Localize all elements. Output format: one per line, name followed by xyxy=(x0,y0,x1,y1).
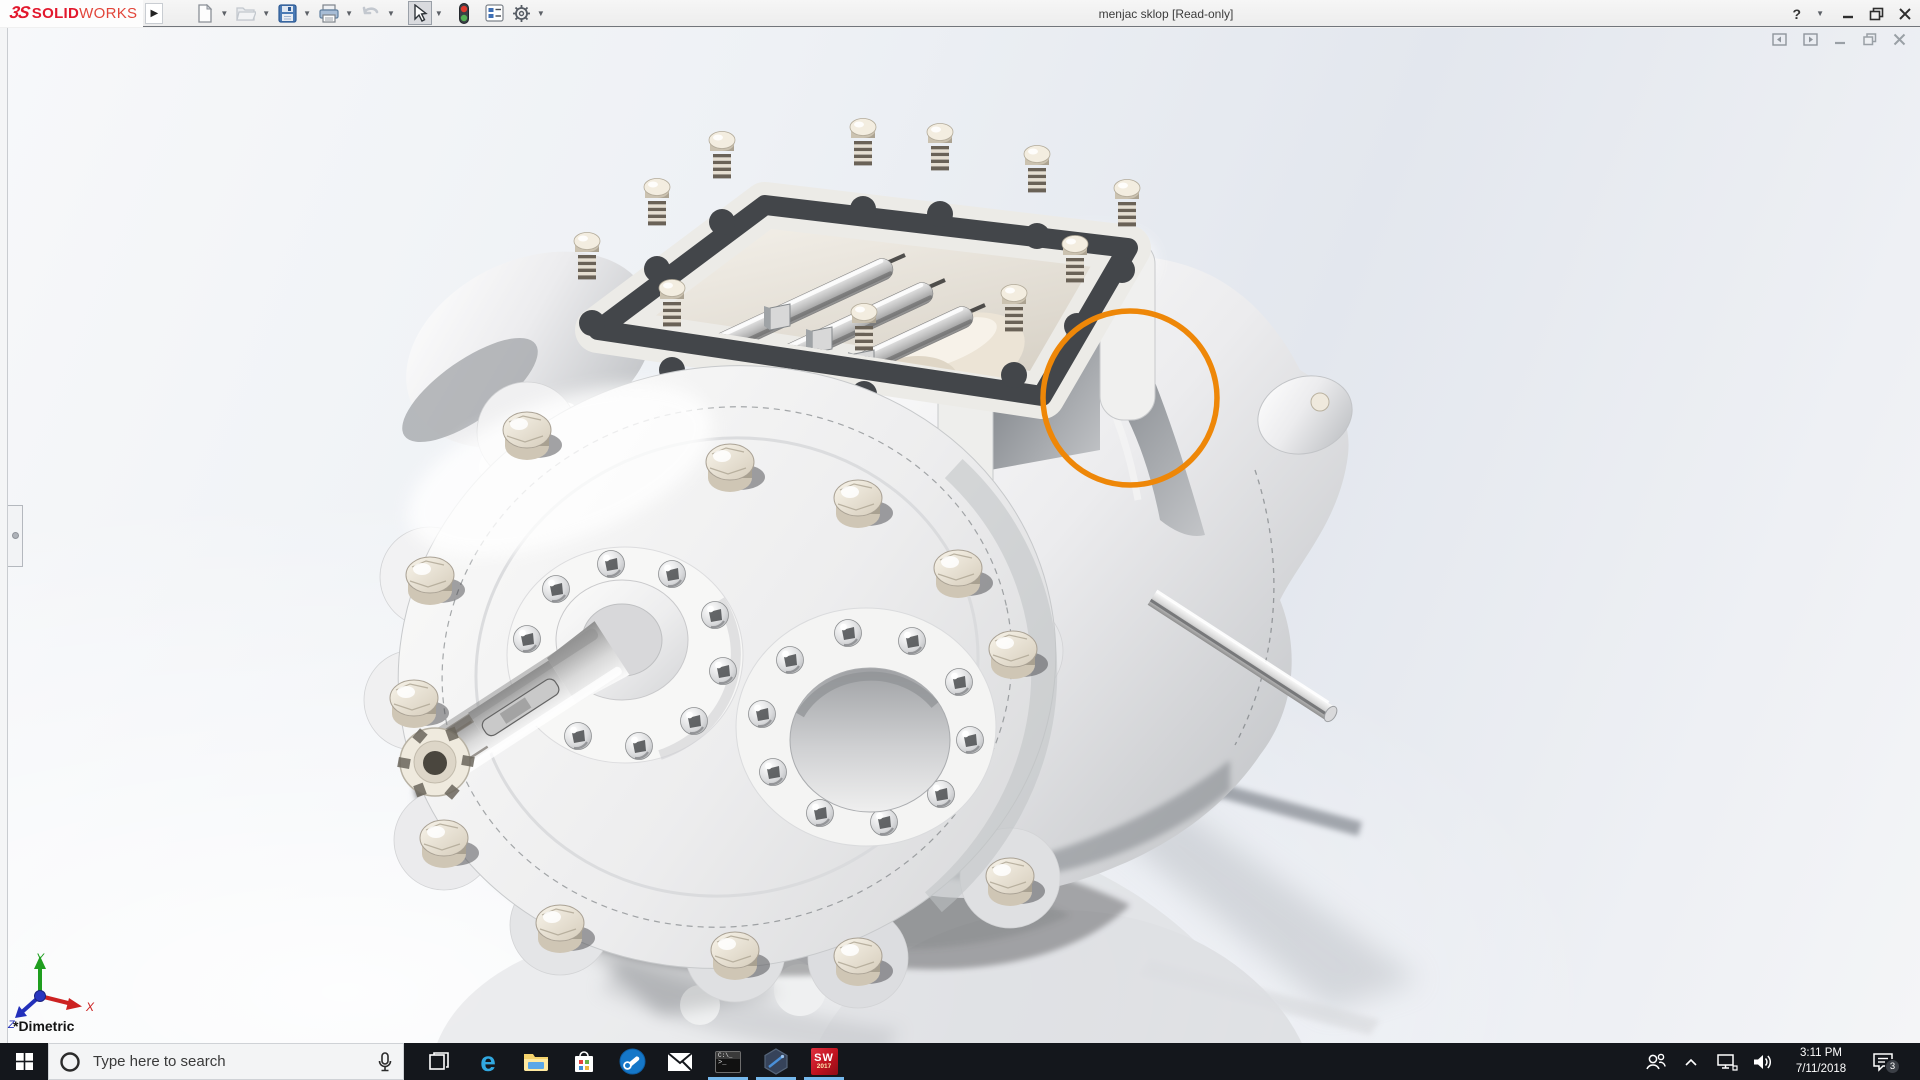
options-button[interactable] xyxy=(509,1,534,25)
people-button[interactable] xyxy=(1642,1052,1668,1072)
axis-x-label: X xyxy=(85,1000,95,1014)
cmd-titlebar-text: C:\_ xyxy=(716,1051,740,1059)
solidworks-logo-mark: 3S xyxy=(8,3,31,22)
people-icon xyxy=(1646,1053,1666,1069)
mail-icon xyxy=(667,1051,693,1072)
close-button[interactable] xyxy=(1898,7,1912,21)
doc-minimize-button[interactable] xyxy=(1834,33,1847,46)
taskbar: e C:\_ >_ xyxy=(0,1043,1920,1080)
solidworks-app-icon: SW 2017 xyxy=(810,1048,838,1075)
model-input-flange xyxy=(506,546,744,764)
open-folder-icon xyxy=(236,7,257,21)
task-list-icon xyxy=(485,4,504,22)
traffic-light-icon xyxy=(458,2,469,24)
document-window-controls xyxy=(1772,33,1906,46)
chevron-up-icon xyxy=(1685,1058,1697,1066)
task-view-button[interactable] xyxy=(416,1043,464,1080)
taskbar-search[interactable] xyxy=(48,1043,404,1080)
panel-tab-grip-icon xyxy=(12,532,19,539)
file-explorer-icon xyxy=(524,1054,548,1071)
hexagon-app-icon xyxy=(764,1048,788,1075)
cortana-icon xyxy=(60,1051,80,1072)
task-list-button[interactable] xyxy=(482,1,507,25)
select-tool-button[interactable] xyxy=(407,1,432,25)
help-button[interactable]: ? xyxy=(1793,6,1802,22)
taskbar-tools-button[interactable] xyxy=(608,1043,656,1080)
window-title: menjac sklop [Read-only] xyxy=(1098,6,1234,21)
model-output-flange xyxy=(735,607,997,847)
save-button[interactable] xyxy=(275,1,300,25)
search-input[interactable] xyxy=(91,1052,367,1071)
system-tray: 3:11 PM 7/11/2018 3 xyxy=(1642,1043,1920,1080)
network-button[interactable] xyxy=(1714,1053,1740,1071)
undo-arrow-icon xyxy=(362,6,379,15)
print-button[interactable] xyxy=(316,1,342,25)
wrench-circle-icon xyxy=(619,1048,645,1075)
brand-text-light: WORKS xyxy=(79,4,138,22)
taskbar-cmd-button[interactable]: C:\_ >_ xyxy=(704,1043,752,1080)
print-icon xyxy=(319,3,339,23)
view-orientation-label: *Dimetric xyxy=(13,1018,75,1034)
taskbar-mail-button[interactable] xyxy=(656,1043,704,1080)
edge-icon: e xyxy=(480,1045,496,1077)
collapsed-panel-tab[interactable] xyxy=(8,505,23,567)
taskbar-solidworks-button[interactable]: SW 2017 xyxy=(800,1043,848,1080)
quick-access-toolbar: ▼ ▼ ▼ ▼ ▼ ▼ ▼ xyxy=(193,1,547,25)
clock-date: 7/11/2018 xyxy=(1795,1062,1847,1075)
menu-flyout-arrow-icon[interactable]: ▶ xyxy=(145,2,164,24)
taskbar-explorer-button[interactable] xyxy=(512,1043,560,1080)
command-prompt-icon: C:\_ >_ xyxy=(715,1050,741,1073)
taskbar-hex-app-button[interactable] xyxy=(752,1043,800,1080)
new-document-button[interactable] xyxy=(193,1,217,25)
speaker-icon xyxy=(1754,1054,1772,1069)
minimize-button[interactable] xyxy=(1841,7,1855,21)
doc-close-button[interactable] xyxy=(1893,33,1906,46)
taskbar-clock[interactable]: 3:11 PM 7/11/2018 xyxy=(1786,1046,1856,1077)
taskbar-app-icons: e C:\_ >_ SW 2017 xyxy=(416,1043,848,1080)
network-icon xyxy=(1717,1053,1738,1071)
screen: 3S SOLID WORKS ▶ ▼ ▼ ▼ ▼ ▼ ▼ ▼ menjac sk… xyxy=(0,0,1920,1080)
axis-y-label: Y xyxy=(36,951,45,965)
options-gear-icon xyxy=(512,4,530,22)
brand-text-bold: SOLID xyxy=(31,4,80,22)
sw-icon-year: 2017 xyxy=(816,1063,832,1070)
open-button[interactable] xyxy=(233,1,259,25)
volume-button[interactable] xyxy=(1750,1053,1776,1071)
title-bar: 3S SOLID WORKS ▶ ▼ ▼ ▼ ▼ ▼ ▼ ▼ menjac sk… xyxy=(0,0,1920,27)
task-view-icon xyxy=(429,1051,449,1070)
sw-icon-text: SW xyxy=(814,1052,834,1064)
store-icon xyxy=(575,1050,593,1072)
windows-logo-icon xyxy=(15,1053,33,1070)
microphone-icon[interactable] xyxy=(377,1051,393,1073)
save-floppy-icon xyxy=(278,3,297,23)
help-caret-icon[interactable]: ▼ xyxy=(1816,9,1824,18)
restore-button[interactable] xyxy=(1869,7,1884,21)
new-document-icon xyxy=(198,3,213,23)
action-center-button[interactable]: 3 xyxy=(1866,1052,1900,1074)
hidden-icons-button[interactable] xyxy=(1678,1057,1704,1067)
pane-left-button[interactable] xyxy=(1772,33,1787,46)
taskbar-store-button[interactable] xyxy=(560,1043,608,1080)
select-cursor-icon xyxy=(414,3,428,22)
rebuild-button[interactable] xyxy=(456,1,472,25)
graphics-area[interactable] xyxy=(0,0,1920,1080)
undo-button[interactable] xyxy=(358,1,384,25)
notification-badge: 3 xyxy=(1885,1058,1900,1074)
feature-panel-strip xyxy=(0,28,8,1043)
doc-restore-button[interactable] xyxy=(1863,33,1877,46)
taskbar-edge-button[interactable]: e xyxy=(464,1043,512,1080)
clock-time: 3:11 PM xyxy=(1800,1046,1842,1059)
start-button[interactable] xyxy=(0,1043,48,1080)
solidworks-logo: 3S SOLID WORKS xyxy=(0,0,144,27)
pane-right-button[interactable] xyxy=(1803,33,1818,46)
